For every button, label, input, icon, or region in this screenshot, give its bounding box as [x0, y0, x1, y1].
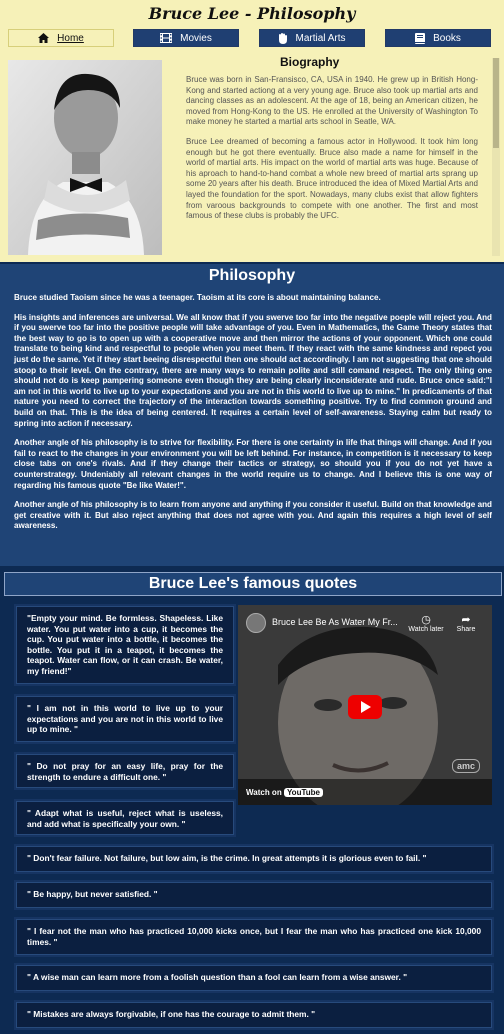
quote-card: " I am not in this world to live up to y… [16, 696, 234, 742]
biography-paragraph-1: Bruce was born in San-Fransisco, CA, USA… [186, 75, 478, 127]
philosophy-section: Philosophy Bruce studied Taoism since he… [0, 262, 504, 566]
watch-on-youtube-link[interactable]: Watch on YouTube [246, 788, 323, 797]
philosophy-paragraph-2: His insights and inferences are universa… [14, 313, 492, 430]
nav-books[interactable]: Books [385, 29, 491, 47]
channel-avatar[interactable] [246, 613, 266, 633]
nav-home[interactable]: Home [8, 29, 114, 47]
video-title[interactable]: Bruce Lee Be As Water My Fr... [272, 617, 402, 627]
philosophy-paragraph-3: Another angle of his philosophy is to st… [14, 438, 492, 490]
quote-card: "Empty your mind. Be formless. Shapeless… [16, 606, 234, 684]
youtube-logo: YouTube [283, 788, 323, 797]
watch-on-label: Watch on [246, 788, 282, 797]
philosophy-text: Bruce studied Taoism since he was a teen… [14, 293, 492, 541]
game-theory-term: Game Theory [396, 323, 449, 333]
philosophy-paragraph-1: Bruce studied Taoism since he was a teen… [14, 293, 381, 302]
philosophy-paragraph-4: Another angle of his philosophy is to le… [14, 500, 492, 531]
biography-scrollbar[interactable] [492, 58, 500, 256]
quote-card: " Mistakes are always forgivable, if one… [16, 1002, 492, 1028]
home-icon [38, 33, 50, 43]
watch-later-label: Watch later [408, 626, 444, 633]
share-icon: ➦ [461, 614, 471, 626]
watch-later-button[interactable]: ◷ Watch later [406, 613, 446, 633]
nav-movies-label: Movies [180, 32, 212, 44]
biography-text[interactable]: Bruce was born in San-Fransisco, CA, USA… [186, 75, 478, 255]
main-nav: Home Movies Martial Arts Books [0, 26, 504, 48]
quote-card: " I fear not the man who has practiced 1… [16, 919, 492, 955]
film-icon [160, 33, 173, 43]
philosophy-title: Philosophy [208, 267, 296, 284]
philosophy-p2-c: states that the best way to go is to ope… [14, 323, 493, 428]
biography-title: Biography [280, 55, 340, 69]
nav-movies[interactable]: Movies [133, 29, 239, 47]
hand-icon [279, 32, 288, 44]
amc-logo: amc [451, 759, 480, 773]
share-label: Share [456, 626, 476, 633]
biography-paragraph-2: Bruce Lee dreamed of becoming a famous a… [186, 136, 478, 221]
nav-martial-arts[interactable]: Martial Arts [259, 29, 365, 47]
nav-books-label: Books [433, 32, 461, 44]
site-title: Bruce Lee - Philosophy [148, 4, 356, 23]
nav-home-label: Home [57, 32, 84, 44]
quote-card: " Adapt what is useful, reject what is u… [16, 801, 234, 835]
quotes-title: Bruce Lee's famous quotes [4, 572, 502, 596]
share-button[interactable]: ➦ Share [452, 613, 480, 633]
quote-card: " A wise man can learn more from a fooli… [16, 965, 492, 991]
play-button[interactable] [348, 695, 382, 719]
quote-card: " Do not pray for an easy life, pray for… [16, 754, 234, 788]
video-embed[interactable]: Bruce Lee Be As Water My Fr... ◷ Watch l… [238, 605, 492, 805]
top-section: Bruce Lee - Philosophy Home Movies Marti… [0, 0, 504, 262]
nav-martial-arts-label: Martial Arts [295, 32, 346, 44]
scrollbar-thumb[interactable] [493, 58, 499, 148]
quote-card: " Be happy, but never satisfied. " [16, 882, 492, 908]
quote-card: " Don't fear failure. Not failure, but l… [16, 846, 492, 872]
book-icon [415, 32, 426, 44]
clock-icon: ◷ [421, 614, 431, 626]
bruce-lee-portrait [8, 60, 162, 255]
